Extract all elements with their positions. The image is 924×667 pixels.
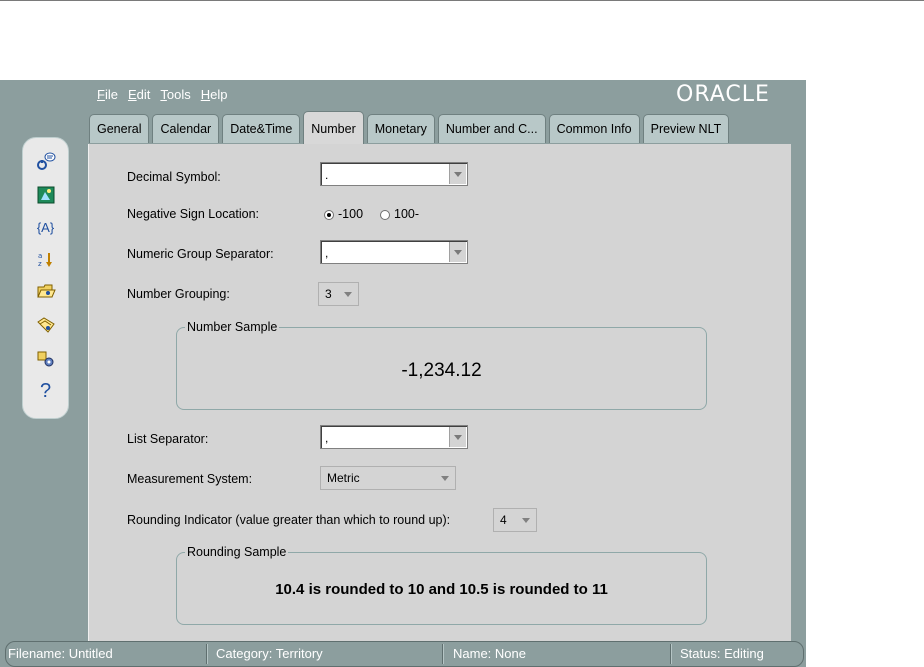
status-divider [442,644,444,664]
open-icon[interactable] [23,276,68,306]
tab-general[interactable]: General [89,114,150,143]
info-icon[interactable] [23,146,68,176]
rounding-indicator-label: Rounding Indicator (value greater than w… [127,513,451,527]
menu-file-label: ile [104,87,118,102]
rounding-indicator-dropdown-icon [522,518,530,523]
number-grouping-dropdown-icon [344,292,352,297]
decimal-symbol-dropdown-icon[interactable] [449,164,466,184]
measurement-system-value: Metric [327,471,360,485]
number-sample-title: Number Sample [185,320,280,334]
menu-help-label: elp [210,87,228,102]
tab-number[interactable]: Number [303,111,364,144]
save-icon[interactable] [23,310,68,340]
menu-file[interactable]: File [97,87,118,105]
negative-sign-option-prefix: -100 [338,207,364,221]
variable-icon[interactable]: {A} [23,212,68,242]
oracle-logo: ORACLE [676,82,770,107]
number-sample-group: Number Sample -1,234.12 [176,320,707,410]
menu-bar: File Edit Tools Help [97,87,227,105]
rounding-indicator-select[interactable]: 4 [493,508,537,532]
negative-sign-radio-prefix[interactable] [324,210,334,220]
menu-edit-mnemonic: E [127,87,137,102]
sort-icon[interactable]: az [23,244,68,274]
list-separator-value: , [325,431,329,445]
menu-edit[interactable]: Edit [128,87,150,105]
group-separator-value: , [325,246,329,260]
menu-file-mnemonic: F [97,87,105,102]
group-separator-field[interactable]: , [320,240,468,264]
tab-number-and-currency[interactable]: Number and C... [437,114,546,143]
rounding-sample-value: 10.4 is rounded to 10 and 10.5 is rounde… [275,581,608,598]
vertical-toolbar: {A} az ? [22,137,69,419]
rounding-sample-title: Rounding Sample [185,545,289,559]
status-state: Status: Editing [680,646,764,661]
svg-text:z: z [38,260,42,268]
rounding-sample-group: Rounding Sample 10.4 is rounded to 10 an… [176,545,707,625]
menu-edit-label: dit [136,87,151,102]
top-border [0,0,924,1]
image-icon[interactable] [23,180,68,210]
list-separator-field[interactable]: , [320,425,468,449]
help-icon-glyph: ? [39,379,52,402]
decimal-symbol-field[interactable]: . [320,162,468,186]
menu-help-mnemonic: H [200,87,211,102]
settings-icon[interactable] [23,344,68,374]
number-grouping-value: 3 [325,287,332,301]
negative-sign-option-suffix: 100- [394,207,420,221]
number-grouping-label: Number Grouping: [127,287,230,301]
tab-date-time[interactable]: Date&Time [222,114,301,143]
decimal-symbol-value: . [325,168,329,182]
decimal-symbol-label: Decimal Symbol: [127,170,221,184]
group-separator-dropdown-icon[interactable] [449,242,466,262]
status-name: Name: None [453,646,526,661]
number-sample-value: -1,234.12 [401,360,482,381]
menu-tools-label: ools [166,87,191,102]
status-bar: Filename: Untitled Category: Territory N… [5,641,804,667]
tab-monetary[interactable]: Monetary [366,114,435,143]
variable-icon-glyph: {A} [36,219,55,235]
tab-calendar[interactable]: Calendar [152,114,220,143]
number-grouping-select[interactable]: 3 [318,282,359,306]
tab-strip: General Calendar Date&Time Number Moneta… [89,111,732,144]
app-window: File Edit Tools Help ORACLE General Cale… [0,80,806,667]
status-divider [206,644,208,664]
negative-sign-label: Negative Sign Location: [127,207,260,221]
list-separator-label: List Separator: [127,432,209,446]
rounding-indicator-value: 4 [500,513,507,527]
status-filename: Filename: Untitled [8,646,113,661]
tab-preview-nlt[interactable]: Preview NLT [642,114,730,143]
tab-common-info[interactable]: Common Info [548,114,640,143]
menu-tools[interactable]: Tools [160,87,190,105]
svg-text:a: a [38,252,42,260]
list-separator-dropdown-icon[interactable] [449,427,466,447]
status-category: Category: Territory [216,646,323,661]
status-divider [670,644,672,664]
measurement-system-dropdown-icon [441,476,449,481]
measurement-system-label: Measurement System: [127,472,253,486]
measurement-system-select[interactable]: Metric [320,466,456,490]
menu-help[interactable]: Help [201,87,228,105]
number-tab-panel: Decimal Symbol: . Negative Sign Location… [88,144,791,642]
help-icon[interactable]: ? [23,376,68,406]
negative-sign-radio-suffix[interactable] [380,210,390,220]
group-separator-label: Numeric Group Separator: [127,247,274,261]
